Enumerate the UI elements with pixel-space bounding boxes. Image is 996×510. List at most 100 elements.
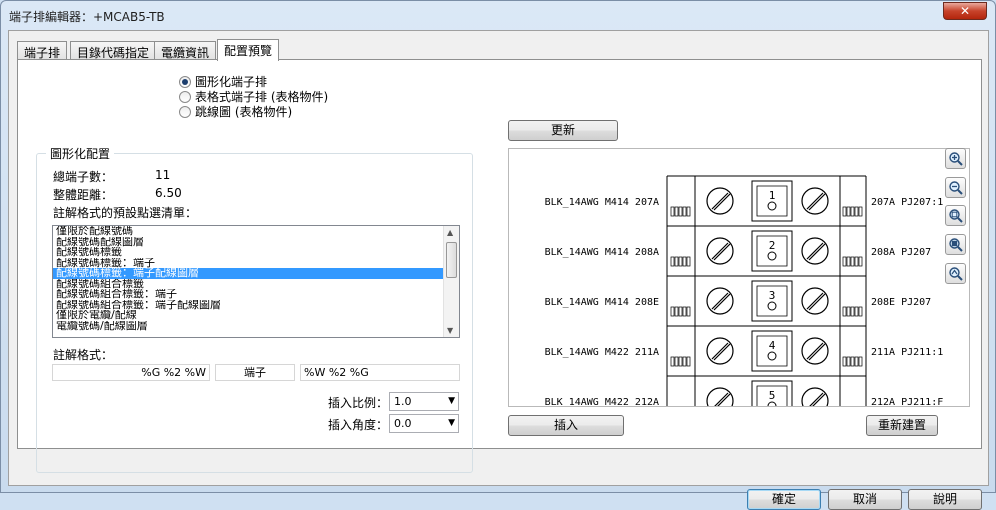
comb-mark [670,256,675,267]
total-distance-label: 整體距離： [53,188,114,202]
comb-mark [846,256,851,267]
comb-mark [678,306,683,317]
help-button[interactable]: 說明 [908,489,982,510]
ok-button[interactable]: 確定 [747,489,821,510]
preset-list-item[interactable]: 電纜號碼/配線圖層 [53,321,459,332]
comb-mark [842,206,847,217]
terminal-right-label: 207A PJ207:1 [871,197,943,208]
insert-scale-value: 1.0 [394,395,412,408]
window-title: 端子排編輯器：+MCAB5-TB [9,10,165,24]
comb-mark [858,306,863,317]
comb-mark [854,206,859,217]
terminal-number: 3 [769,289,776,302]
tab-cable-info[interactable]: 電纜資訊 [154,41,217,60]
terminal-number: 1 [769,189,776,202]
format-right-field[interactable]: %W %2 %G [300,364,460,381]
scroll-up-icon[interactable]: ▲ [447,228,453,237]
radio-tabular[interactable]: 表格式端子排 (表格物件) [179,88,329,104]
total-terminals-label: 總端子數： [53,170,114,184]
comb-mark [670,206,675,217]
comb-mark [846,306,851,317]
cancel-button[interactable]: 取消 [828,489,902,510]
terminal-left-label: BLK_14AWG M414 207A [545,197,659,208]
comb-mark [682,356,687,367]
scroll-down-icon[interactable]: ▼ [447,326,453,335]
radio-unselected-icon [179,91,191,103]
radio-selected-icon [179,76,191,88]
zoom-in-button[interactable] [945,148,966,169]
comb-mark [686,306,691,317]
terminal-left-label: BLK_14AWG M414 208A [545,247,659,258]
zoom-realtime-button[interactable] [945,263,966,284]
total-distance-value: 6.50 [155,186,182,200]
comb-mark [678,256,683,267]
terminal-number: 5 [769,389,776,402]
comb-mark [670,306,675,317]
preset-list-item[interactable]: 配線號碼標籤：端子配線圖層 [53,268,459,279]
insert-button[interactable]: 插入 [508,415,624,436]
comb-mark [854,306,859,317]
close-button[interactable]: ✕ [943,2,987,20]
dialog-client: 端子排 目錄代碼指定 電纜資訊 配置預覽 圖形化端子排 表格式端子排 (表格物件… [8,30,989,510]
insert-scale-label: 插入比例： [328,396,389,410]
radio-jumper-label: 跳線圖 (表格物件) [195,105,293,119]
comb-mark [854,256,859,267]
chevron-down-icon: ▼ [448,396,455,406]
zoom-extents-button[interactable] [945,234,966,255]
comb-mark [858,206,863,217]
comb-mark [678,356,683,367]
terminal-right-label: 208A PJ207 [871,247,931,258]
title-bar: 端子排編輯器：+MCAB5-TB ✕ [1,1,995,29]
preset-list-item[interactable]: 配線號碼標籤 [53,247,459,258]
preset-list-item[interactable]: 配線號碼標籤：端子 [53,258,459,269]
preset-list-item[interactable]: 配線號碼組合標籤：端子配線圖層 [53,300,459,311]
insert-angle-value: 0.0 [394,417,412,430]
zoom-in-icon [949,152,963,166]
layout-preview-panel: 圖形化端子排 表格式端子排 (表格物件) 跳線圖 (表格物件) 圖形化配置 總端… [17,59,982,473]
preset-list-item[interactable]: 配線號碼組合標籤：端子 [53,289,459,300]
terminal-left-label: BLK_14AWG M422 212A [545,397,659,407]
group-title: 圖形化配置 [46,145,115,162]
rebuild-button[interactable]: 重新建置 [866,415,938,436]
tab-terminal-strip[interactable]: 端子排 [17,41,68,60]
terminal-preview-area: 1 BLK_14AWG M414 207A 207A PJ207:1 2 BLK_14A… [508,148,970,407]
tab-catalog-assignment[interactable]: 目錄代碼指定 [70,41,157,60]
comb-mark [858,356,863,367]
comb-mark [842,306,847,317]
chevron-down-icon: ▼ [448,418,455,428]
preset-list-label: 註解格式的預設點選清單： [53,206,198,220]
comb-mark [674,206,679,217]
format-mid-field[interactable]: 端子 [215,364,295,381]
comb-mark [858,256,863,267]
format-left-field[interactable]: %G %2 %W [52,364,210,381]
tab-layout-preview[interactable]: 配置預覽 [217,39,280,61]
radio-tabular-label: 表格式端子排 (表格物件) [195,90,329,104]
insert-angle-combo[interactable]: 0.0 ▼ [389,414,459,433]
radio-jumper-chart[interactable]: 跳線圖 (表格物件) [179,103,293,119]
comb-mark [846,356,851,367]
listbox-scrollbar[interactable]: ▲ ▼ [443,226,459,337]
zoom-realtime-icon [949,267,963,281]
terminal-left-label: BLK_14AWG M422 211A [545,347,659,358]
preset-listbox[interactable]: 僅限於配線號碼 配線號碼配線圖層 配線號碼標籤 配線號碼標籤：端子 配線號碼標籤：端子配… [52,225,460,338]
comb-mark [686,206,691,217]
comb-mark [674,256,679,267]
radio-graphical[interactable]: 圖形化端子排 [179,73,267,89]
zoom-out-button[interactable] [945,177,966,198]
editor-window: 端子排編輯器：+MCAB5-TB ✕ 端子排 目錄代碼指定 電纜資訊 配置預覽 … [0,0,996,510]
update-button[interactable]: 更新 [508,120,618,141]
preset-list-item[interactable]: 僅限於配線號碼 [53,226,459,237]
comb-mark [682,256,687,267]
insert-scale-combo[interactable]: 1.0 ▼ [389,392,459,411]
preset-list-item[interactable]: 配線號碼配線圖層 [53,237,459,248]
scroll-thumb[interactable] [446,242,457,278]
comb-mark [850,356,855,367]
zoom-window-button[interactable] [945,205,966,226]
zoom-window-icon [949,209,963,223]
comb-mark [842,356,847,367]
comb-mark [682,306,687,317]
comb-mark [674,356,679,367]
comb-mark [850,256,855,267]
preset-list-item[interactable]: 配線號碼組合標籤 [53,279,459,290]
preset-list-item[interactable]: 僅限於電纜/配線 [53,310,459,321]
